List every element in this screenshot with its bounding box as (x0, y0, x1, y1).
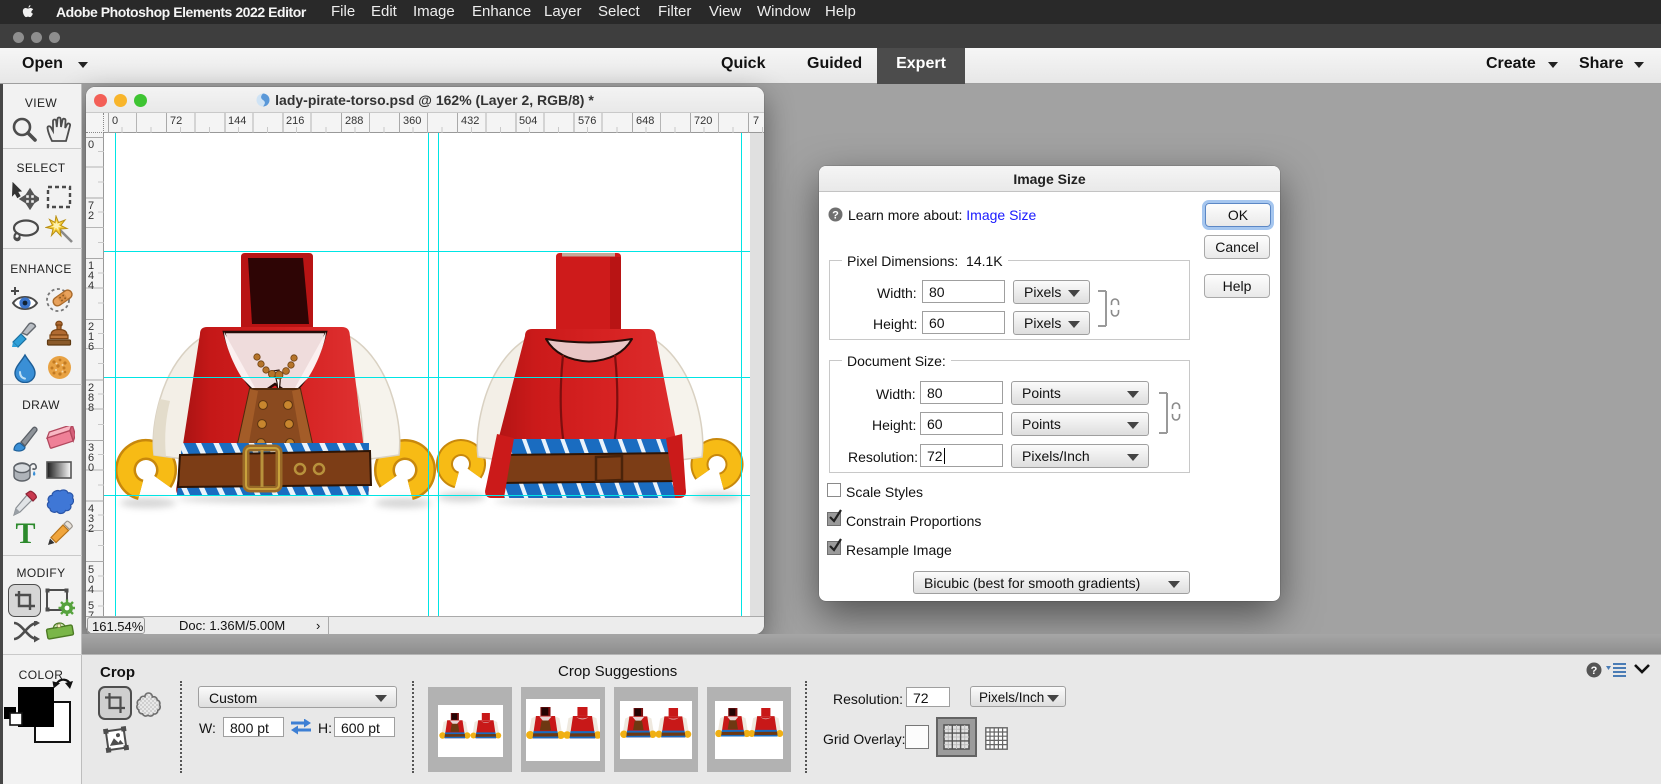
svg-text:?: ? (832, 210, 839, 222)
svg-text:T: T (15, 519, 35, 547)
svg-text:?: ? (1591, 665, 1598, 677)
